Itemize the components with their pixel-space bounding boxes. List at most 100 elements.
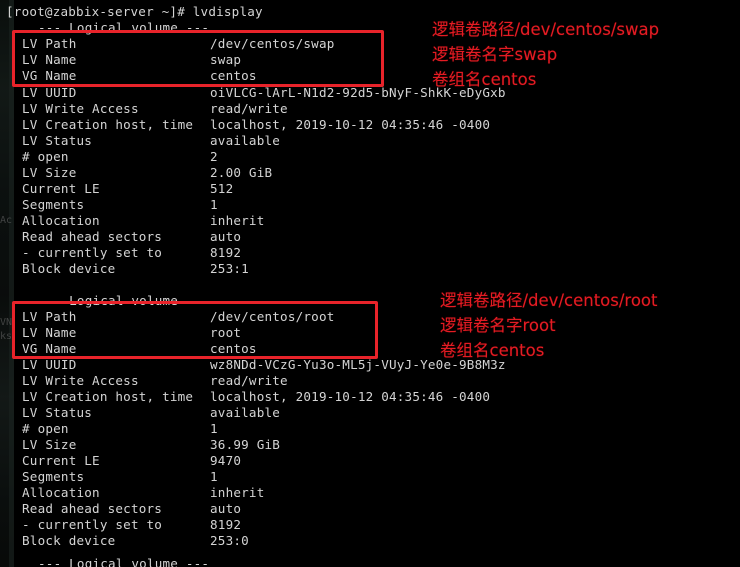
row-lv-creation-root: LV Creation host, time localhost, 2019-10…	[0, 389, 490, 405]
value-lv-write-access: read/write	[210, 101, 288, 116]
value-currently-set: 8192	[210, 517, 242, 532]
value-lv-size: 36.99 GiB	[210, 437, 281, 452]
section-header-root: --- Logical volume ---	[38, 293, 210, 308]
row-lv-name-root: LV Name root	[0, 325, 241, 341]
row-lv-write-access-root: LV Write Access read/write	[0, 373, 288, 389]
row-block-device-swap: Block device 253:1	[0, 261, 249, 277]
row-lv-name-swap: LV Name swap	[0, 52, 241, 68]
annotation-root-vg: 卷组名centos	[440, 341, 545, 360]
terminal-screenshot: Ac VN ks [root@zabbix-server ~]# lvdispl…	[0, 0, 740, 567]
value-lv-status: available	[210, 405, 281, 420]
value-allocation: inherit	[210, 485, 265, 500]
label-lv-path: LV Path	[22, 36, 77, 51]
row-current-le-swap: Current LE 512	[0, 181, 233, 197]
value-lv-size: 2.00 GiB	[210, 165, 273, 180]
label-lv-uuid: LV UUID	[22, 85, 77, 100]
row-vg-name-swap: VG Name centos	[0, 68, 257, 84]
console-output[interactable]: [root@zabbix-server ~]# lvdisplay --- Lo…	[0, 0, 740, 567]
label-allocation: Allocation	[22, 213, 100, 228]
row-current-le-root: Current LE 9470	[0, 453, 241, 469]
annotation-swap-path: 逻辑卷路径/dev/centos/swap	[432, 20, 660, 39]
row-lv-status-swap: LV Status available	[0, 133, 280, 149]
value-allocation: inherit	[210, 213, 265, 228]
row-open-count-swap: # open 2	[0, 149, 218, 165]
section-header-swap: --- Logical volume ---	[38, 20, 210, 35]
row-currently-set-root: - currently set to 8192	[0, 517, 241, 533]
row-lv-size-root: LV Size 36.99 GiB	[0, 437, 280, 453]
shell-prompt-line: [root@zabbix-server ~]# lvdisplay	[6, 4, 263, 19]
label-lv-status: LV Status	[22, 405, 93, 420]
label-lv-creation: LV Creation host, time	[22, 389, 194, 404]
label-vg-name: VG Name	[22, 341, 77, 356]
row-currently-set-swap: - currently set to 8192	[0, 245, 241, 261]
label-currently-set: - currently set to	[22, 517, 163, 532]
value-current-le: 512	[210, 181, 234, 196]
label-lv-status: LV Status	[22, 133, 93, 148]
value-segments: 1	[210, 469, 218, 484]
label-lv-creation: LV Creation host, time	[22, 117, 194, 132]
value-lv-creation: localhost, 2019-10-12 04:35:46 -0400	[210, 117, 491, 132]
row-lv-status-root: LV Status available	[0, 405, 280, 421]
value-currently-set: 8192	[210, 245, 242, 260]
label-current-le: Current LE	[22, 181, 100, 196]
annotation-root-path: 逻辑卷路径/dev/centos/root	[440, 291, 658, 310]
label-block-device: Block device	[22, 533, 116, 548]
value-segments: 1	[210, 197, 218, 212]
annotation-swap-name: 逻辑卷名字swap	[432, 45, 558, 64]
row-segments-swap: Segments 1	[0, 197, 218, 213]
annotation-swap-vg: 卷组名centos	[432, 70, 537, 89]
row-lv-uuid-root: LV UUID wz8NDd-VCzG-Yu3o-ML5j-VUyJ-Ye0e-9…	[0, 357, 506, 373]
row-read-ahead-root: Read ahead sectors auto	[0, 501, 241, 517]
value-lv-path: /dev/centos/root	[210, 309, 335, 324]
row-allocation-root: Allocation inherit	[0, 485, 264, 501]
label-lv-uuid: LV UUID	[22, 357, 77, 372]
row-allocation-swap: Allocation inherit	[0, 213, 264, 229]
row-lv-path-swap: LV Path/dev/centos/swap	[0, 36, 335, 52]
row-segments-root: Segments 1	[0, 469, 218, 485]
row-lv-path-root: LV Path/dev/centos/root	[0, 309, 335, 325]
value-vg-name: centos	[210, 68, 257, 83]
label-lv-name: LV Name	[22, 52, 77, 67]
label-segments: Segments	[22, 197, 85, 212]
label-lv-write-access: LV Write Access	[22, 373, 139, 388]
label-read-ahead: Read ahead sectors	[22, 501, 163, 516]
value-read-ahead: auto	[210, 229, 242, 244]
value-lv-write-access: read/write	[210, 373, 288, 388]
row-lv-creation-swap: LV Creation host, time localhost, 2019-10…	[0, 117, 490, 133]
value-open-count: 2	[210, 149, 218, 164]
value-lv-name: root	[210, 325, 242, 340]
value-lv-creation: localhost, 2019-10-12 04:35:46 -0400	[210, 389, 491, 404]
row-vg-name-root: VG Name centos	[0, 341, 257, 357]
value-vg-name: centos	[210, 341, 257, 356]
row-open-count-root: # open 1	[0, 421, 218, 437]
value-block-device: 253:0	[210, 533, 249, 548]
label-segments: Segments	[22, 469, 85, 484]
value-read-ahead: auto	[210, 501, 242, 516]
label-vg-name: VG Name	[22, 68, 77, 83]
section-header-partial: --- Logical volume ---	[38, 556, 210, 567]
row-block-device-root: Block device 253:0	[0, 533, 249, 549]
annotation-root-name: 逻辑卷名字root	[440, 316, 556, 335]
value-block-device: 253:1	[210, 261, 249, 276]
value-lv-path: /dev/centos/swap	[210, 36, 335, 51]
label-open-count: # open	[22, 421, 69, 436]
value-current-le: 9470	[210, 453, 242, 468]
row-lv-uuid-swap: LV UUID oiVLCG-lArL-N1d2-92d5-bNyF-ShkK-e…	[0, 85, 506, 101]
label-lv-size: LV Size	[22, 165, 77, 180]
label-current-le: Current LE	[22, 453, 100, 468]
label-allocation: Allocation	[22, 485, 100, 500]
value-open-count: 1	[210, 421, 218, 436]
label-block-device: Block device	[22, 261, 116, 276]
row-lv-write-access-swap: LV Write Access read/write	[0, 101, 288, 117]
value-lv-status: available	[210, 133, 281, 148]
label-lv-name: LV Name	[22, 325, 77, 340]
label-lv-write-access: LV Write Access	[22, 101, 139, 116]
label-read-ahead: Read ahead sectors	[22, 229, 163, 244]
value-lv-name: swap	[210, 52, 242, 67]
row-lv-size-swap: LV Size 2.00 GiB	[0, 165, 272, 181]
row-read-ahead-swap: Read ahead sectors auto	[0, 229, 241, 245]
label-currently-set: - currently set to	[22, 245, 163, 260]
label-lv-size: LV Size	[22, 437, 77, 452]
label-lv-path: LV Path	[22, 309, 77, 324]
label-open-count: # open	[22, 149, 69, 164]
